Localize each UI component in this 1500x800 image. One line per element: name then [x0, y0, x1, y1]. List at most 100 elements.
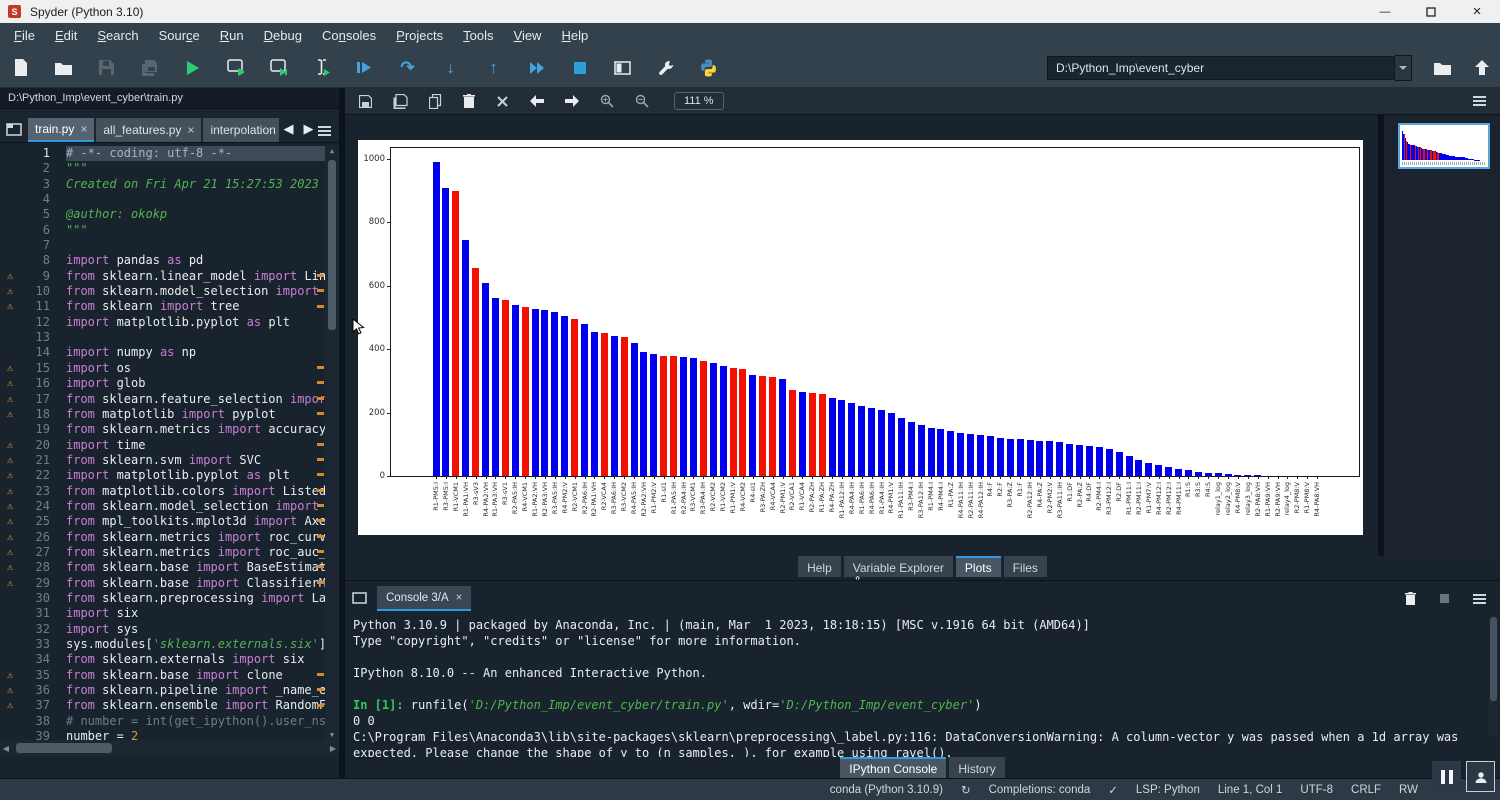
- menu-source[interactable]: Source: [149, 28, 210, 43]
- close-tab-icon[interactable]: ×: [187, 123, 194, 137]
- run-cell-icon[interactable]: [227, 59, 244, 77]
- tab-history[interactable]: History: [949, 757, 1004, 778]
- run-cell-advance-icon[interactable]: [270, 59, 287, 77]
- browse-consoles-icon[interactable]: [345, 585, 373, 611]
- code-line[interactable]: 13: [0, 330, 339, 345]
- status-lsp[interactable]: LSP: Python: [1136, 784, 1200, 796]
- tab-console-3a[interactable]: Console 3/A×: [377, 586, 471, 611]
- menu-view[interactable]: View: [504, 28, 552, 43]
- scroll-up-icon[interactable]: ▲: [325, 147, 339, 155]
- code-line[interactable]: 12import matplotlib.pyplot as plt: [0, 315, 339, 330]
- code-line[interactable]: ⚠23from matplotlib.colors import ListedC…: [0, 484, 339, 499]
- vscroll-thumb[interactable]: [328, 160, 336, 330]
- code-line[interactable]: ⚠27from sklearn.metrics import roc_auc_s…: [0, 545, 339, 560]
- tab-plots[interactable]: Plots: [956, 556, 1001, 577]
- editor-vscrollbar[interactable]: ▲ ▼: [325, 146, 339, 740]
- step-into-icon[interactable]: ↓: [442, 59, 459, 77]
- code-line[interactable]: 2""": [0, 161, 339, 176]
- zoom-in-icon[interactable]: [600, 94, 614, 108]
- code-line[interactable]: ⚠22import matplotlib.pyplot as plt: [0, 468, 339, 483]
- tab-interpolation[interactable]: interpolation: [203, 118, 279, 142]
- code-line[interactable]: 6""": [0, 223, 339, 238]
- copy-plot-icon[interactable]: [429, 94, 442, 109]
- code-line[interactable]: ⚠29from sklearn.base import ClassifierMi…: [0, 576, 339, 591]
- menu-file[interactable]: File: [4, 28, 45, 43]
- prev-tab-icon[interactable]: ◀: [283, 121, 293, 137]
- tab-ipython-console[interactable]: IPython Console: [840, 757, 946, 778]
- code-line[interactable]: ⚠21from sklearn.svm import SVC: [0, 453, 339, 468]
- menu-run[interactable]: Run: [210, 28, 254, 43]
- status-completions[interactable]: Completions: conda: [989, 784, 1091, 796]
- tab-help[interactable]: Help: [798, 556, 841, 577]
- code-line[interactable]: ⚠28from sklearn.base import BaseEstimato…: [0, 560, 339, 575]
- code-line[interactable]: ⚠37from sklearn.ensemble import RandomFo…: [0, 698, 339, 713]
- code-line[interactable]: 33sys.modules['sklearn.externals.six'] =…: [0, 637, 339, 652]
- code-editor[interactable]: 1# -*- coding: utf-8 -*-2"""3Created on …: [0, 142, 339, 740]
- close-console-icon[interactable]: ×: [456, 592, 463, 604]
- browse-directory-icon[interactable]: [1434, 59, 1451, 77]
- code-line[interactable]: ⚠18from matplotlib import pyplot: [0, 407, 339, 422]
- working-directory-input[interactable]: D:\Python_Imp\event_cyber: [1047, 56, 1395, 80]
- code-line[interactable]: ⚠11from sklearn import tree: [0, 299, 339, 314]
- console-options-icon[interactable]: [1473, 594, 1486, 604]
- run-file-icon[interactable]: [184, 59, 201, 77]
- run-selection-icon[interactable]: [313, 59, 330, 77]
- clear-console-icon[interactable]: [1405, 592, 1416, 605]
- code-line[interactable]: 34from sklearn.externals import six: [0, 652, 339, 667]
- code-line[interactable]: 19from sklearn.metrics import accuracy_s…: [0, 422, 339, 437]
- menu-edit[interactable]: Edit: [45, 28, 87, 43]
- step-return-icon[interactable]: ↑: [485, 59, 502, 77]
- new-file-icon[interactable]: [12, 59, 29, 77]
- browse-tabs-icon[interactable]: [0, 116, 28, 142]
- code-line[interactable]: ⚠15import os: [0, 361, 339, 376]
- code-line[interactable]: 5@author: okokp: [0, 207, 339, 222]
- code-line[interactable]: ⚠36from sklearn.pipeline import _name_es…: [0, 683, 339, 698]
- open-file-icon[interactable]: [55, 59, 72, 77]
- editor-hscrollbar[interactable]: ◀ ▶: [0, 740, 339, 756]
- code-line[interactable]: ⚠26from sklearn.metrics import roc_curve: [0, 530, 339, 545]
- run-cell-again-icon[interactable]: ↷: [399, 59, 416, 77]
- minimize-button[interactable]: —: [1362, 0, 1408, 23]
- code-line[interactable]: ⚠35from sklearn.base import clone: [0, 668, 339, 683]
- status-env[interactable]: conda (Python 3.10.9): [830, 784, 943, 796]
- plot-thumbnail[interactable]: [1398, 123, 1490, 169]
- next-tab-icon[interactable]: ▶: [303, 121, 313, 137]
- save-icon[interactable]: [98, 59, 115, 77]
- tab-files[interactable]: Files: [1004, 556, 1047, 577]
- menu-help[interactable]: Help: [551, 28, 598, 43]
- workdir-dropdown-icon[interactable]: [1395, 55, 1412, 81]
- console-vscrollbar[interactable]: [1489, 615, 1498, 735]
- scroll-left-icon[interactable]: ◀: [0, 744, 12, 753]
- close-all-plots-icon[interactable]: [496, 95, 509, 108]
- menu-tools[interactable]: Tools: [453, 28, 503, 43]
- code-line[interactable]: ⚠16import glob: [0, 376, 339, 391]
- code-line[interactable]: 4: [0, 192, 339, 207]
- profile-button[interactable]: [1466, 761, 1495, 792]
- code-line[interactable]: ⚠24from sklearn.model_selection import G…: [0, 499, 339, 514]
- code-line[interactable]: 14import numpy as np: [0, 345, 339, 360]
- remove-plot-icon[interactable]: [463, 94, 475, 108]
- next-plot-icon[interactable]: [565, 95, 579, 107]
- preferences-wrench-icon[interactable]: [657, 59, 674, 77]
- maximize-pane-icon[interactable]: [614, 59, 631, 77]
- code-line[interactable]: 32import sys: [0, 622, 339, 637]
- debug-file-icon[interactable]: [356, 59, 373, 77]
- scroll-down-icon[interactable]: ▼: [325, 731, 339, 739]
- save-plot-icon[interactable]: [359, 95, 372, 108]
- maximize-button[interactable]: [1408, 0, 1454, 23]
- console-scroll-thumb[interactable]: [1490, 617, 1497, 701]
- close-tab-icon[interactable]: ×: [80, 122, 87, 136]
- tab-train-py[interactable]: train.py×: [28, 118, 94, 142]
- code-line[interactable]: ⚠20import time: [0, 438, 339, 453]
- parent-directory-icon[interactable]: [1473, 59, 1490, 77]
- zoom-out-icon[interactable]: [635, 94, 649, 108]
- previous-plot-icon[interactable]: [530, 95, 544, 107]
- save-all-plots-icon[interactable]: [393, 94, 408, 109]
- continue-execution-icon[interactable]: [528, 59, 545, 77]
- plots-options-icon[interactable]: [1473, 96, 1486, 106]
- stop-debug-icon[interactable]: [571, 59, 588, 77]
- menu-debug[interactable]: Debug: [254, 28, 312, 43]
- hscroll-thumb[interactable]: [16, 743, 112, 753]
- scroll-right-icon[interactable]: ▶: [327, 744, 339, 753]
- interrupt-kernel-icon[interactable]: [1440, 594, 1449, 603]
